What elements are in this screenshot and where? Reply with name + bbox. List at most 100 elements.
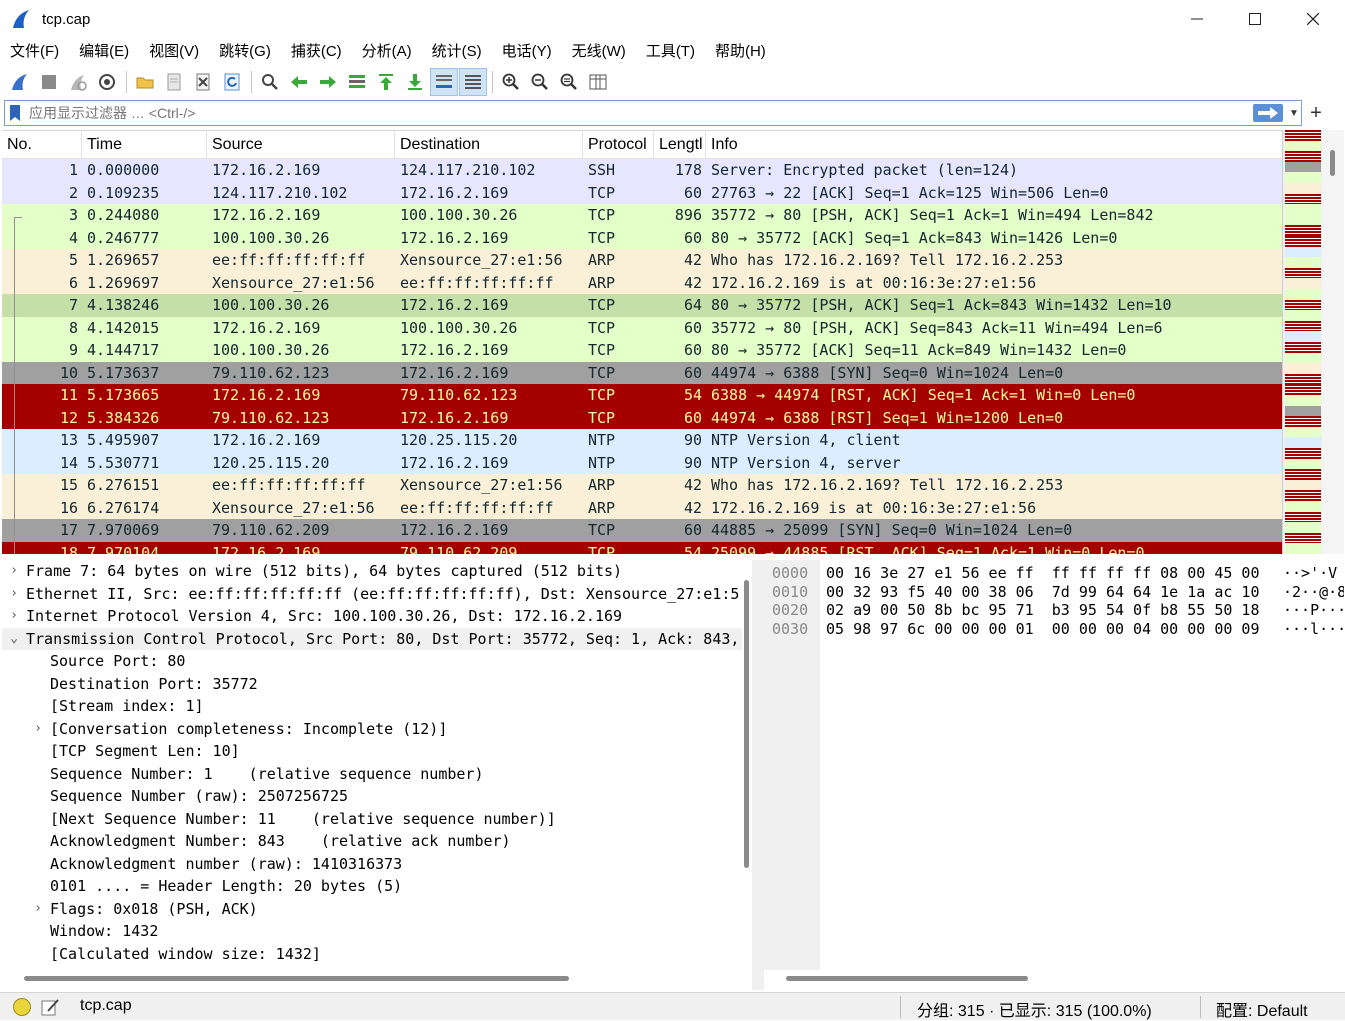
details-horizontal-scrollbar[interactable] bbox=[24, 976, 569, 981]
column-header-no[interactable]: No. bbox=[2, 131, 82, 159]
packet-row[interactable]: 8 4.142015 172.16.2.169 100.100.30.26 TCP 60 3… bbox=[2, 316, 1282, 339]
packet-row[interactable]: 3 0.244080 172.16.2.169 100.100.30.26 TCP 896… bbox=[2, 204, 1282, 227]
packet-row[interactable]: 18 7.970104 172.16.2.169 79.110.62.209 TCP 54… bbox=[2, 541, 1282, 554]
menu-file[interactable]: 文件(F) bbox=[0, 38, 69, 66]
chevron-down-icon[interactable]: ⌄ bbox=[2, 628, 26, 651]
go-forward-button[interactable] bbox=[314, 68, 342, 96]
menu-analyze[interactable]: 分析(A) bbox=[352, 38, 422, 66]
column-header-source[interactable]: Source bbox=[207, 131, 395, 159]
last-packet-button[interactable] bbox=[401, 68, 429, 96]
packet-row[interactable]: 16 6.276174 Xensource_27:e1:56 ee:ff:ff:ff:… bbox=[2, 496, 1282, 519]
start-capture-button[interactable] bbox=[6, 68, 34, 96]
packet-row[interactable]: 11 5.173665 172.16.2.169 79.110.62.123 TCP 54… bbox=[2, 384, 1282, 407]
open-file-button[interactable] bbox=[131, 68, 159, 96]
packet-list-scrollbar[interactable] bbox=[1322, 130, 1344, 554]
menu-capture[interactable]: 捕获(C) bbox=[281, 38, 352, 66]
minimize-button[interactable] bbox=[1168, 0, 1226, 38]
detail-tree-item[interactable]: › Flags: 0x018 (PSH, ACK) bbox=[2, 898, 742, 921]
bytes-ascii[interactable]: ···P··· bbox=[1283, 601, 1344, 619]
edit-comment-icon[interactable] bbox=[40, 997, 60, 1017]
chevron-right-icon[interactable]: › bbox=[2, 605, 26, 628]
detail-tree-item[interactable]: Acknowledgment Number: 843 (relative ack… bbox=[2, 830, 742, 853]
column-header-info[interactable]: Info bbox=[706, 131, 1282, 159]
bytes-hex[interactable]: 00 32 93 f5 40 00 38 06 7d 99 64 64 1e 1… bbox=[826, 583, 1259, 601]
menu-edit[interactable]: 编辑(E) bbox=[69, 38, 139, 66]
colorize-button[interactable] bbox=[459, 68, 487, 96]
packet-row[interactable]: 14 5.530771 120.25.115.20 172.16.2.169 NTP 90… bbox=[2, 451, 1282, 474]
filter-bookmark-button[interactable] bbox=[5, 101, 25, 125]
menu-statistics[interactable]: 统计(S) bbox=[422, 38, 492, 66]
bytes-ascii[interactable]: ···l···· bbox=[1283, 620, 1344, 638]
bytes-ascii[interactable]: ··>'·V bbox=[1283, 564, 1337, 582]
detail-tree-item[interactable]: › Ethernet II, Src: ee:ff:ff:ff:ff:ff (ee… bbox=[2, 583, 742, 606]
go-to-packet-button[interactable] bbox=[343, 68, 371, 96]
chevron-right-icon[interactable]: › bbox=[2, 560, 26, 583]
detail-tree-item[interactable]: Window: 1432 bbox=[2, 920, 742, 943]
packet-row[interactable]: 10 5.173637 79.110.62.123 172.16.2.169 TCP 60… bbox=[2, 361, 1282, 384]
packet-row[interactable]: 17 7.970069 79.110.62.209 172.16.2.169 TCP 60… bbox=[2, 519, 1282, 542]
stop-capture-button[interactable] bbox=[35, 68, 63, 96]
go-back-button[interactable] bbox=[285, 68, 313, 96]
auto-scroll-button[interactable] bbox=[430, 68, 458, 96]
details-scrollbar[interactable] bbox=[742, 560, 752, 970]
column-header-time[interactable]: Time bbox=[82, 131, 207, 159]
expert-info-led-icon[interactable] bbox=[13, 998, 31, 1016]
packet-row[interactable]: 2 0.109235 124.117.210.102 172.16.2.169 TCP 6… bbox=[2, 181, 1282, 204]
menu-wireless[interactable]: 无线(W) bbox=[562, 38, 636, 66]
column-header-destination[interactable]: Destination bbox=[395, 131, 583, 159]
bytes-hex[interactable]: 00 16 3e 27 e1 56 ee ff ff ff ff ff 08 0… bbox=[826, 564, 1259, 582]
bytes-horizontal-scrollbar[interactable] bbox=[786, 976, 1028, 981]
detail-tree-item[interactable]: Destination Port: 35772 bbox=[2, 673, 742, 696]
packet-row[interactable]: 1 0.000000 172.16.2.169 124.117.210.102 SSH 1… bbox=[2, 159, 1282, 182]
pane-splitter[interactable] bbox=[752, 560, 764, 990]
menu-telephony[interactable]: 电话(Y) bbox=[492, 38, 562, 66]
restart-capture-button[interactable] bbox=[64, 68, 92, 96]
scrollbar-thumb[interactable] bbox=[1330, 150, 1335, 176]
detail-tree-item[interactable]: Sequence Number: 1 (relative sequence nu… bbox=[2, 763, 742, 786]
close-file-button[interactable] bbox=[189, 68, 217, 96]
detail-tree-item[interactable]: Acknowledgment number (raw): 1410316373 bbox=[2, 853, 742, 876]
packet-row[interactable]: 4 0.246777 100.100.30.26 172.16.2.169 TCP 60 8… bbox=[2, 226, 1282, 249]
detail-tree-item[interactable]: [TCP Segment Len: 10] bbox=[2, 740, 742, 763]
detail-tree-item[interactable]: › Frame 7: 64 bytes on wire (512 bits), 6… bbox=[2, 560, 742, 583]
detail-tree-item[interactable]: [Calculated window size: 1432] bbox=[2, 943, 742, 966]
add-filter-button-button[interactable]: + bbox=[1306, 100, 1326, 126]
reload-button[interactable] bbox=[218, 68, 246, 96]
close-button[interactable] bbox=[1284, 0, 1342, 38]
detail-tree-item[interactable]: [Stream index: 1] bbox=[2, 695, 742, 718]
packet-row[interactable]: 6 1.269697 Xensource_27:e1:56 ee:ff:ff:ff:f… bbox=[2, 271, 1282, 294]
capture-options-button[interactable] bbox=[93, 68, 121, 96]
detail-tree-item[interactable]: [Next Sequence Number: 11 (relative sequ… bbox=[2, 808, 742, 831]
chevron-right-icon[interactable]: › bbox=[26, 898, 50, 921]
first-packet-button[interactable] bbox=[372, 68, 400, 96]
display-filter-input[interactable] bbox=[25, 105, 1253, 121]
menu-help[interactable]: 帮助(H) bbox=[705, 38, 776, 66]
packet-row[interactable]: 5 1.269657 ee:ff:ff:ff:ff:ff Xensource_27:e… bbox=[2, 249, 1282, 272]
detail-tree-item[interactable]: › Internet Protocol Version 4, Src: 100.1… bbox=[2, 605, 742, 628]
normal-size-button[interactable] bbox=[555, 68, 583, 96]
apply-filter-button[interactable] bbox=[1253, 104, 1283, 122]
bytes-hex[interactable]: 02 a9 00 50 8b bc 95 71 b3 95 54 0f b8 5… bbox=[826, 601, 1259, 619]
detail-tree-item[interactable]: Source Port: 80 bbox=[2, 650, 742, 673]
chevron-right-icon[interactable]: › bbox=[2, 583, 26, 606]
packet-minimap[interactable] bbox=[1282, 130, 1322, 555]
column-header-length[interactable]: Lengtl bbox=[654, 131, 706, 159]
detail-tree-item[interactable]: › [Conversation completeness: Incomplete … bbox=[2, 718, 742, 741]
bytes-hex[interactable]: 05 98 97 6c 00 00 00 01 00 00 00 04 00 0… bbox=[826, 620, 1259, 638]
packet-row[interactable]: 7 4.138246 100.100.30.26 172.16.2.169 TCP 64 8… bbox=[2, 294, 1282, 317]
packet-row[interactable]: 15 6.276151 ee:ff:ff:ff:ff:ff Xensource_27:… bbox=[2, 474, 1282, 497]
zoom-out-button[interactable] bbox=[526, 68, 554, 96]
packet-row[interactable]: 13 5.495907 172.16.2.169 120.25.115.20 NTP 90… bbox=[2, 429, 1282, 452]
bytes-ascii[interactable]: ·2··@·8 bbox=[1283, 583, 1344, 601]
save-file-button[interactable] bbox=[160, 68, 188, 96]
menu-view[interactable]: 视图(V) bbox=[139, 38, 209, 66]
chevron-right-icon[interactable]: › bbox=[26, 718, 50, 741]
detail-tree-item[interactable]: 0101 .... = Header Length: 20 bytes (5) bbox=[2, 875, 742, 898]
menu-tools[interactable]: 工具(T) bbox=[636, 38, 705, 66]
maximize-button[interactable] bbox=[1226, 0, 1284, 38]
status-profile[interactable]: 配置: Default bbox=[1216, 997, 1308, 1021]
zoom-in-button[interactable] bbox=[497, 68, 525, 96]
packet-row[interactable]: 9 4.144717 100.100.30.26 172.16.2.169 TCP 60 8… bbox=[2, 339, 1282, 362]
scrollbar-thumb[interactable] bbox=[744, 580, 749, 868]
menu-go[interactable]: 跳转(G) bbox=[209, 38, 281, 66]
